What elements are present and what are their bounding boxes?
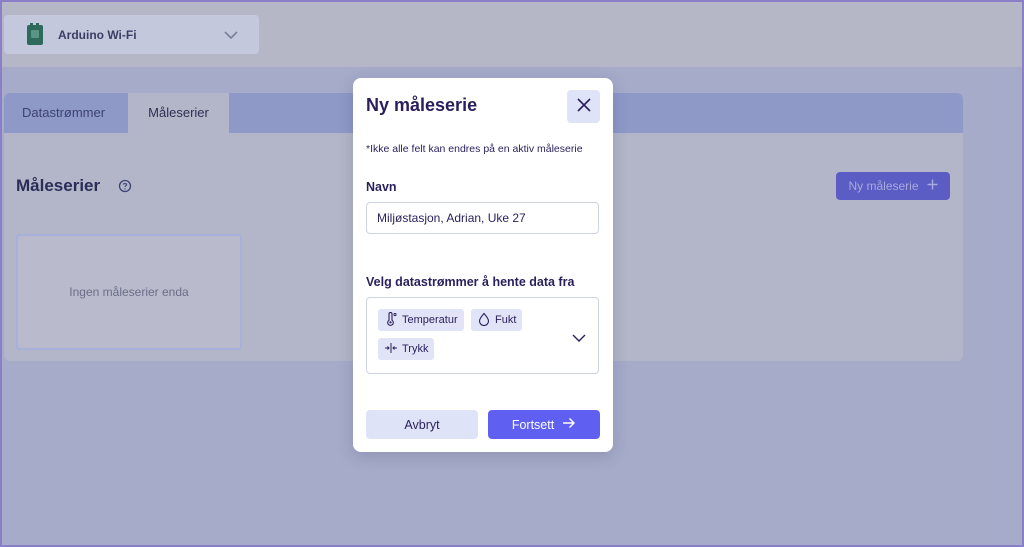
thermometer-icon bbox=[384, 311, 398, 329]
device-name: Arduino Wi-Fi bbox=[58, 27, 137, 42]
edit-note: *Ikke alle felt kan endres på en aktiv m… bbox=[366, 143, 583, 155]
new-series-label: Ny måleserie bbox=[848, 179, 919, 193]
tab-datastreams[interactable]: Datastrømmer bbox=[22, 93, 105, 133]
chip-label: Temperatur bbox=[402, 314, 458, 326]
chip-label: Trykk bbox=[402, 343, 429, 355]
empty-series-placeholder: Ingen måleserier enda bbox=[16, 234, 242, 350]
droplet-icon bbox=[477, 312, 491, 329]
chip-humidity[interactable]: Fukt bbox=[471, 309, 523, 331]
chip-pressure[interactable]: Trykk bbox=[378, 338, 435, 360]
cancel-button[interactable]: Avbryt bbox=[366, 410, 478, 439]
name-input[interactable] bbox=[366, 202, 599, 234]
close-button[interactable] bbox=[567, 90, 600, 123]
pressure-icon bbox=[384, 341, 398, 358]
datastream-multiselect[interactable]: Temperatur Fukt Trykk bbox=[366, 297, 599, 374]
question-circle-icon[interactable] bbox=[118, 179, 132, 193]
top-bar: Arduino Wi-Fi bbox=[0, 0, 1024, 67]
continue-label: Fortsett bbox=[511, 417, 555, 432]
chevron-down-icon[interactable] bbox=[572, 330, 586, 342]
name-label: Navn bbox=[366, 180, 397, 194]
new-series-modal: Ny måleserie *Ikke alle felt kan endres … bbox=[353, 78, 613, 452]
tab-measurement-series[interactable]: Måleserier bbox=[128, 93, 229, 133]
new-series-button[interactable]: Ny måleserie bbox=[836, 172, 950, 200]
modal-title: Ny måleserie bbox=[366, 95, 478, 115]
arduino-board-icon bbox=[25, 22, 45, 47]
streams-label: Velg datastrømmer å hente data fra bbox=[366, 275, 575, 289]
plus-icon bbox=[927, 179, 938, 193]
continue-button[interactable]: Fortsett bbox=[488, 410, 600, 439]
chevron-down-icon bbox=[223, 28, 239, 40]
chip-temperature[interactable]: Temperatur bbox=[378, 309, 464, 331]
device-selector[interactable]: Arduino Wi-Fi bbox=[4, 15, 259, 54]
arrow-right-icon bbox=[562, 417, 576, 432]
close-icon bbox=[576, 98, 591, 115]
empty-text: Ingen måleserier enda bbox=[69, 285, 189, 299]
page-title: Måleserier bbox=[16, 176, 101, 195]
chip-label: Fukt bbox=[495, 314, 517, 326]
